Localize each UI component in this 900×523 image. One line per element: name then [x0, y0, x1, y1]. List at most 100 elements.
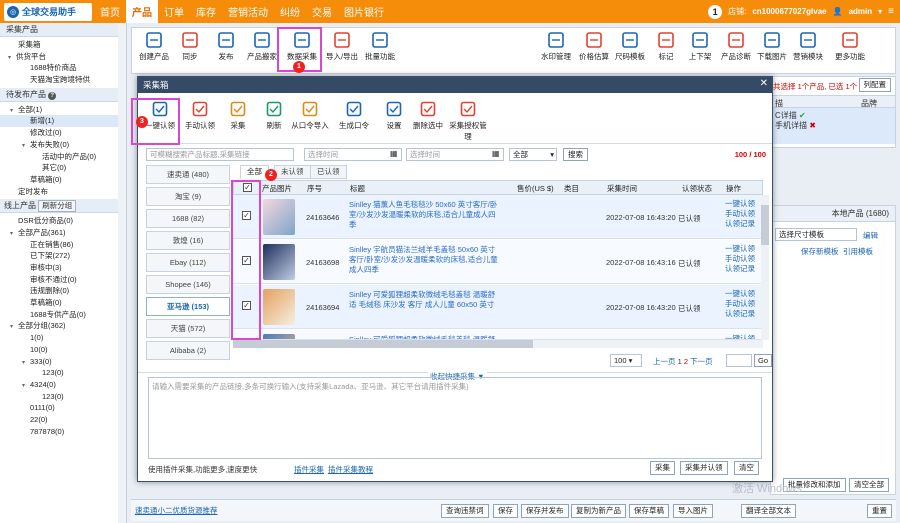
product-thumbnail[interactable]	[263, 199, 295, 235]
source-filter-1[interactable]: 淘宝 (9)	[146, 187, 230, 206]
user-name[interactable]: admin	[849, 7, 873, 16]
go-button[interactable]: Go	[754, 354, 773, 367]
nav-item-7[interactable]: 图片银行	[338, 0, 390, 23]
clear-all-button[interactable]: 清空全部	[849, 478, 889, 492]
sidebar-item[interactable]: 787878(0)	[0, 426, 126, 438]
bottom-button-4[interactable]: 保存草稿	[629, 504, 669, 518]
toolbar-button-0[interactable]: 创建产品	[134, 31, 174, 62]
source-filter-0[interactable]: 速卖通 (480)	[146, 165, 230, 184]
sidebar-item[interactable]: ▾ 供货平台	[0, 51, 126, 63]
plugin-tutorial-link[interactable]: 插件采集教程	[328, 464, 373, 475]
app-logo[interactable]: ◎ 全球交易助手	[4, 2, 92, 21]
sidebar-item[interactable]: 10(0)	[0, 344, 126, 356]
sidebar-item[interactable]: 已下架(272)	[0, 250, 126, 262]
links-textarea[interactable]: 请输入需要采集的产品链接,多条可换行输入(支持采集Lazada、亚马逊、其它平台…	[148, 377, 762, 459]
sidebar-item[interactable]: 123(0)	[0, 391, 126, 403]
toolbar-button-12[interactable]: 产品诊断	[716, 31, 756, 62]
sidebar-item[interactable]: ▾ 全部分组(362)	[0, 320, 126, 332]
source-filter-8[interactable]: Alibaba (2)	[146, 341, 230, 360]
sidebar-item[interactable]: 草稿箱(0)	[0, 297, 126, 309]
sidebar-item[interactable]: 正在销售(86)	[0, 239, 126, 251]
sidebar-item[interactable]: 审核中(3)	[0, 262, 126, 274]
column-config-button[interactable]: 列配置	[858, 78, 891, 92]
clear-button[interactable]: 清空	[734, 461, 759, 475]
prev-page-link[interactable]: 上一页	[653, 357, 676, 366]
page-2[interactable]: 2	[684, 357, 688, 366]
sidebar-item[interactable]: 违规删除(0)	[0, 285, 126, 297]
per-page-select[interactable]: 100 ▾	[610, 354, 642, 367]
product-thumbnail[interactable]	[263, 244, 295, 280]
toolbar-button-6[interactable]: 批量功能	[360, 31, 400, 62]
toolbar-button-9[interactable]: 尺码模板	[610, 31, 650, 62]
toolbar-button-3[interactable]: 产品搬家	[242, 31, 282, 62]
row-op-link[interactable]: 手动认领	[725, 254, 755, 264]
expand-toggle-icon[interactable]: ▾	[8, 53, 16, 65]
expand-toggle-icon[interactable]: ▾	[10, 229, 18, 241]
source-filter-2[interactable]: 1688 (82)	[146, 209, 230, 228]
expand-toggle-icon[interactable]: ▾	[22, 381, 30, 393]
calendar-icon[interactable]: ▦	[390, 149, 398, 158]
end-time-input[interactable]: 选择时间	[406, 148, 504, 161]
page-jump-input[interactable]	[726, 354, 752, 367]
tab-1[interactable]: 未认领	[274, 165, 311, 179]
sidebar-item[interactable]: ▾ 4324(0)	[0, 379, 126, 391]
nav-item-6[interactable]: 交易	[306, 0, 338, 23]
row-op-link[interactable]: 手动认领	[725, 299, 755, 309]
table-row[interactable]: ✓Sinlley 可爱狐狸超柔软微绒毛毯盖毯 温暖舒适一键认领	[233, 330, 761, 340]
toolbar-button-7[interactable]: 水印管理	[536, 31, 576, 62]
product-thumbnail[interactable]	[263, 289, 295, 325]
expand-toggle-icon[interactable]: ▾	[10, 106, 18, 118]
collect-button[interactable]: 采集	[650, 461, 675, 475]
nav-item-1[interactable]: 产品	[126, 0, 158, 23]
tab-2[interactable]: 已认领	[310, 165, 347, 179]
chevron-down-icon[interactable]: ▾	[878, 7, 882, 16]
search-input[interactable]: 可模糊搜索产品标题,采集链接	[146, 148, 294, 161]
row-title-link[interactable]: Sinlley 可爱狐狸超柔软微绒毛毯盖毯 温暖舒适	[349, 335, 499, 339]
source-filter-6[interactable]: 亚马逊 (153)	[146, 297, 230, 316]
sidebar-item[interactable]: 其它(0)	[0, 162, 126, 174]
collect-claim-button[interactable]: 采集并认领	[680, 461, 728, 475]
plugin-collect-link[interactable]: 插件采集	[294, 464, 324, 475]
expand-toggle-icon[interactable]: ▾	[22, 358, 30, 370]
search-button[interactable]: 搜索	[563, 148, 588, 161]
row-title-link[interactable]: Sinlley 可爱狐狸超柔软微绒毛毯盖毯 温暖舒适 毛绒毯 床沙发 客厅 成人…	[349, 290, 499, 310]
dialog-toolbar-button-8[interactable]: 采集授权管理	[448, 101, 488, 142]
toolbar-button-8[interactable]: 价格估算	[574, 31, 614, 62]
row-op-link[interactable]: 认领记录	[725, 219, 755, 229]
status-select[interactable]: 全部 ▾	[509, 148, 557, 161]
source-filter-4[interactable]: Ebay (112)	[146, 253, 230, 272]
next-page-link[interactable]: 下一页	[690, 357, 713, 366]
toolbar-button-1[interactable]: 同步	[170, 31, 210, 62]
sidebar-item[interactable]: 定时发布	[0, 186, 126, 198]
sidebar-item[interactable]: ▾ 333(0)	[0, 356, 126, 368]
sidebar-item[interactable]: 1688专供产品(0)	[0, 309, 126, 321]
table-row[interactable]: ✓ 24163646 Sinlley 猫薰人鱼毛毯毯沙 50x60 英寸客厅/卧室/…	[233, 195, 761, 239]
refresh-group-button[interactable]: 刷新分组	[38, 200, 77, 213]
toolbar-button-15[interactable]: 更多功能	[830, 31, 870, 62]
expand-toggle-icon[interactable]: ▾	[22, 141, 30, 153]
sidebar-item[interactable]: 审核不通过(0)	[0, 274, 126, 286]
sidebar-item[interactable]: 22(0)	[0, 414, 126, 426]
bottom-button-1[interactable]: 保存	[493, 504, 518, 518]
row-title-link[interactable]: Sinlley 猫薰人鱼毛毯毯沙 50x60 英寸客厅/卧室/沙发沙发温暖柔软的…	[349, 200, 499, 230]
bottom-button-5[interactable]: 导入图片	[673, 504, 713, 518]
source-filter-7[interactable]: 天猫 (572)	[146, 319, 230, 338]
row-op-link[interactable]: 一键认领	[725, 199, 755, 209]
dialog-toolbar-button-5[interactable]: 生成口令	[334, 101, 374, 131]
calendar-icon[interactable]: ▦	[492, 149, 500, 158]
bottom-button-2[interactable]: 保存并发布	[521, 504, 569, 518]
sidebar-item[interactable]: 天猫淘宝跨境特供	[0, 74, 126, 86]
horizontal-scrollbar[interactable]	[233, 340, 763, 348]
selected-row[interactable]: C详描 ✔ 手机详描 ✖	[771, 108, 895, 144]
row-op-link[interactable]: 认领记录	[725, 309, 755, 319]
sidebar-item[interactable]: 1(0)	[0, 332, 126, 344]
bottom-button-7[interactable]: 重置	[867, 504, 892, 518]
table-row[interactable]: ✓ 24163698 Sinlley 宇航员猫法兰绒羊毛盖毯 50x60 英寸客厅/…	[233, 240, 761, 284]
dialog-toolbar-button-7[interactable]: 删除选中	[408, 101, 448, 131]
dialog-toolbar-button-4[interactable]: 从口令导入	[290, 101, 330, 131]
sidebar-item[interactable]: 0111(0)	[0, 402, 126, 414]
sidebar-item[interactable]: 新增(1)	[0, 115, 126, 128]
page-1[interactable]: 1	[678, 357, 682, 366]
size-template-select[interactable]: 选择尺寸模板	[775, 228, 857, 241]
bottom-button-6[interactable]: 翻译全部文本	[741, 504, 796, 518]
